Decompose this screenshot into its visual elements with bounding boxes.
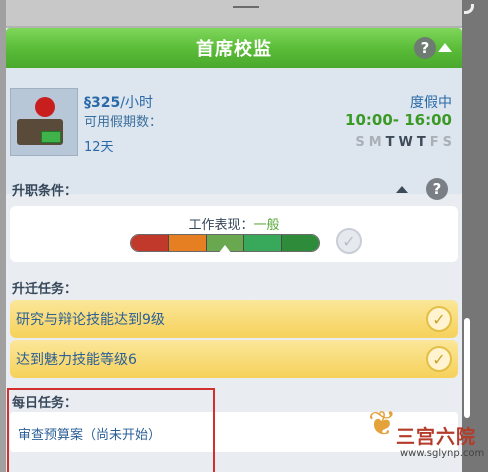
highlight-annotation xyxy=(7,388,215,472)
promotion-title: 升职条件： xyxy=(12,184,78,199)
salary-amount: 325 xyxy=(91,95,121,111)
promo-task-1[interactable]: 研究与辩论技能达到9级 ✓ xyxy=(10,300,458,338)
performance-box: 工作表现：一般 ✓ xyxy=(10,206,458,262)
salary-unit: /小时 xyxy=(120,95,153,111)
weekday-0: S xyxy=(355,135,365,150)
weekday-4: T xyxy=(416,135,426,150)
vacation-label: 可用假期数： xyxy=(84,115,163,130)
drag-handle-icon[interactable] xyxy=(233,0,259,8)
weekday-5: F xyxy=(429,135,439,150)
watermark: ❦ 三宫六院 www.sglynp.com xyxy=(360,400,488,472)
promo-tasks-title: 升迁任务： xyxy=(12,282,78,297)
salary: §325/小时 xyxy=(84,92,153,112)
performance-segment-3 xyxy=(244,235,283,251)
weekday-1: M xyxy=(368,135,382,150)
promo-task-label: 达到魅力技能等级6 xyxy=(16,352,137,368)
performance-caption: 工作表现： xyxy=(188,218,254,233)
weekdays: SMTWTFS xyxy=(355,135,452,150)
performance-level: 一般 xyxy=(253,218,280,233)
task-complete-check-icon: ✓ xyxy=(426,346,452,372)
promotion-check-icon: ✓ xyxy=(336,228,362,254)
task-complete-check-icon: ✓ xyxy=(426,306,452,332)
performance-segment-4 xyxy=(282,235,319,251)
simoleon-icon: § xyxy=(84,95,91,111)
career-thumbnail xyxy=(10,88,78,156)
performance-segment-0 xyxy=(131,235,169,251)
promotion-help-icon[interactable]: ? xyxy=(426,178,448,200)
performance-label: 工作表现：一般 xyxy=(10,214,458,233)
performance-marker-icon xyxy=(218,245,232,254)
work-status: 度假中 xyxy=(410,95,452,111)
watermark-url: www.sglynp.com xyxy=(400,448,485,459)
career-header[interactable]: 首席校监 ? xyxy=(6,28,462,68)
desk-icon xyxy=(41,131,61,143)
vacation-days: 12天 xyxy=(84,140,114,155)
weekday-3: W xyxy=(398,135,413,150)
work-hours: 10:00- 16:00 xyxy=(345,111,452,129)
today-marker-icon xyxy=(396,186,408,193)
performance-segment-1 xyxy=(168,235,207,251)
promo-task-2[interactable]: 达到魅力技能等级6 ✓ xyxy=(10,340,458,378)
apple-icon xyxy=(35,97,55,117)
collapse-arrow-icon[interactable] xyxy=(438,43,452,52)
promo-task-label: 研究与辩论技能达到9级 xyxy=(16,312,165,328)
weekday-2: T xyxy=(385,135,395,150)
career-title: 首席校监 xyxy=(196,39,272,60)
help-icon[interactable]: ? xyxy=(414,37,436,59)
watermark-title: 三宫六院 xyxy=(396,426,477,448)
job-info: §325/小时 可用假期数： 12天 度假中 10:00- 16:00 SMTW… xyxy=(6,68,462,194)
weekday-6: S xyxy=(442,135,452,150)
